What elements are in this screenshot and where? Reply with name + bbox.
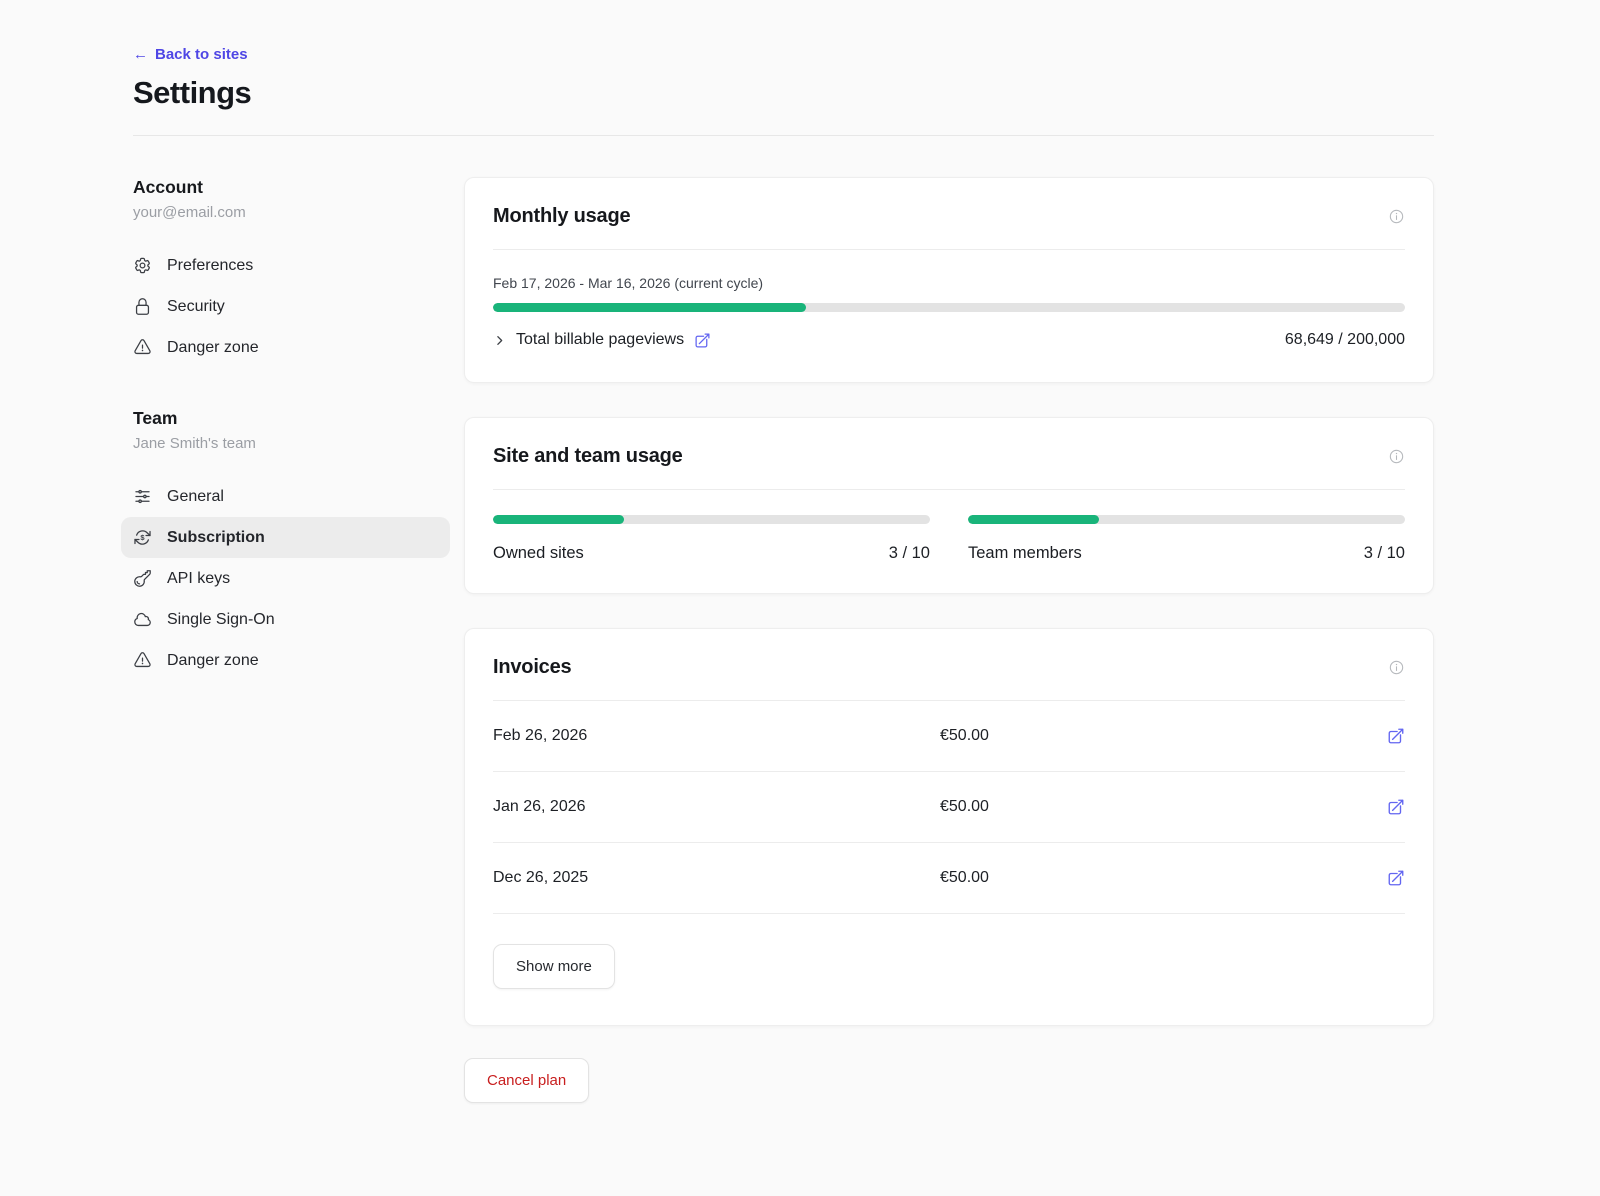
sidebar-item-label: Single Sign-On (167, 611, 275, 629)
invoice-amount: €50.00 (940, 869, 1387, 887)
meter-value: 3 / 10 (889, 544, 930, 563)
meter-label: Owned sites (493, 544, 584, 563)
cloud-icon (133, 610, 152, 629)
sidebar-item-label: General (167, 488, 224, 506)
warning-triangle-icon (133, 338, 152, 357)
invoice-amount: €50.00 (940, 798, 1387, 816)
info-icon[interactable] (1388, 659, 1405, 676)
page-title: Settings (133, 75, 1434, 111)
section-title: Team (133, 408, 438, 429)
arrow-left-icon: ← (133, 46, 148, 63)
sidebar-item-danger-zone[interactable]: Danger zone (121, 640, 450, 681)
invoice-amount: €50.00 (940, 727, 1387, 745)
sidebar-item-label: API keys (167, 570, 230, 588)
sidebar-section-account: Account your@email.com Preferences Securi… (133, 177, 438, 368)
sidebar-item-danger-zone[interactable]: Danger zone (121, 327, 450, 368)
monthly-usage-card: Monthly usage Feb 17, 2026 - Mar 16, 202… (464, 177, 1434, 383)
cancel-plan-button[interactable]: Cancel plan (464, 1058, 589, 1103)
owned-sites-meter: Owned sites 3 / 10 (493, 515, 930, 563)
section-title: Account (133, 177, 438, 198)
lock-icon (133, 297, 152, 316)
sidebar-item-security[interactable]: Security (121, 286, 450, 327)
meter-value: 3 / 10 (1364, 544, 1405, 563)
sidebar-item-single-sign-on[interactable]: Single Sign-On (121, 599, 450, 640)
sidebar-section-team: Team Jane Smith's team General $ Subscript… (133, 408, 438, 681)
card-title: Monthly usage (493, 205, 630, 228)
account-email: your@email.com (133, 204, 438, 221)
info-icon[interactable] (1388, 448, 1405, 465)
warning-triangle-icon (133, 651, 152, 670)
sidebar-item-label: Danger zone (167, 339, 259, 357)
sidebar-item-label: Preferences (167, 257, 253, 275)
card-title: Invoices (493, 656, 571, 679)
metric-label: Total billable pageviews (516, 331, 684, 349)
sidebar-item-api-keys[interactable]: API keys (121, 558, 450, 599)
invoice-external-link-icon[interactable] (1387, 798, 1405, 816)
sidebar-item-subscription[interactable]: $ Subscription (121, 517, 450, 558)
invoices-card: Invoices Feb 26, 2026€50.00Jan 26, 2026€… (464, 628, 1434, 1026)
billable-pageviews-toggle[interactable]: Total billable pageviews (493, 331, 684, 349)
settings-main: Monthly usage Feb 17, 2026 - Mar 16, 202… (464, 177, 1434, 1143)
sidebar-item-label: Danger zone (167, 652, 259, 670)
sliders-icon (133, 487, 152, 506)
billing-cycle-text: Feb 17, 2026 - Mar 16, 2026 (current cyc… (493, 275, 1405, 291)
team-members-meter: Team members 3 / 10 (968, 515, 1405, 563)
meter-label: Team members (968, 544, 1082, 563)
external-link-icon[interactable] (694, 332, 711, 349)
back-to-sites-link[interactable]: ← Back to sites (133, 46, 248, 63)
team-name: Jane Smith's team (133, 435, 438, 452)
settings-sidebar: Account your@email.com Preferences Securi… (133, 177, 438, 1143)
gear-icon (133, 256, 152, 275)
team-members-progress-bar (968, 515, 1405, 524)
site-team-usage-card: Site and team usage (464, 417, 1434, 594)
invoice-row: Feb 26, 2026€50.00 (493, 701, 1405, 772)
sidebar-item-label: Subscription (167, 529, 265, 547)
usage-value: 68,649 / 200,000 (1285, 331, 1405, 349)
monthly-usage-progress-bar (493, 303, 1405, 312)
chevron-right-icon (493, 334, 506, 347)
show-more-button[interactable]: Show more (493, 944, 615, 989)
invoice-external-link-icon[interactable] (1387, 727, 1405, 745)
recurring-payment-icon: $ (133, 528, 152, 547)
invoice-date: Jan 26, 2026 (493, 798, 940, 816)
invoice-date: Dec 26, 2025 (493, 869, 940, 887)
invoice-external-link-icon[interactable] (1387, 869, 1405, 887)
card-title: Site and team usage (493, 445, 683, 468)
owned-sites-progress-bar (493, 515, 930, 524)
svg-text:$: $ (140, 533, 145, 542)
invoice-row: Jan 26, 2026€50.00 (493, 772, 1405, 843)
invoice-date: Feb 26, 2026 (493, 727, 940, 745)
sidebar-item-preferences[interactable]: Preferences (121, 245, 450, 286)
sidebar-item-label: Security (167, 298, 225, 316)
invoice-row: Dec 26, 2025€50.00 (493, 843, 1405, 914)
key-icon (133, 569, 152, 588)
sidebar-item-general[interactable]: General (121, 476, 450, 517)
settings-page: ← Back to sites Settings Account your@em… (133, 0, 1434, 1143)
back-link-label: Back to sites (155, 46, 248, 63)
info-icon[interactable] (1388, 208, 1405, 225)
header-divider (133, 135, 1434, 136)
